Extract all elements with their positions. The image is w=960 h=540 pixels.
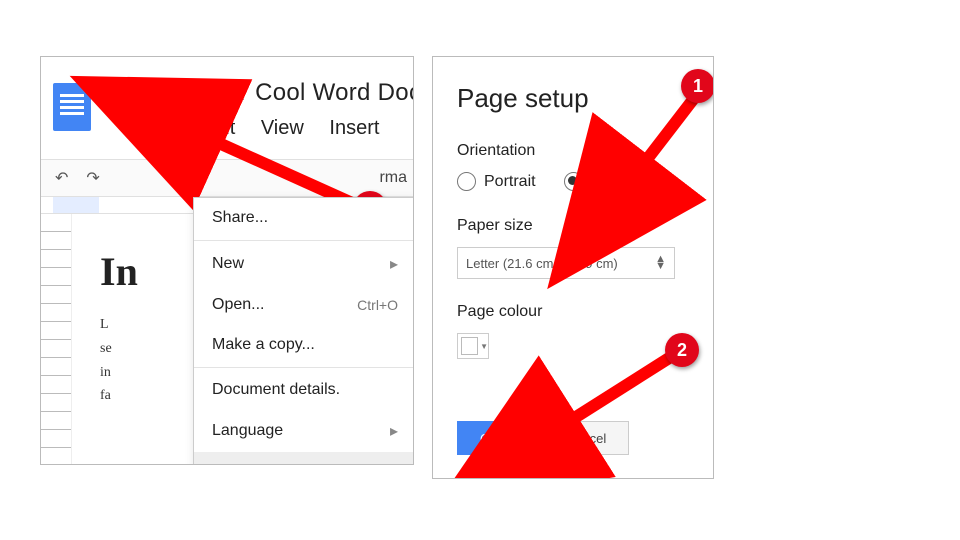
menu-view[interactable]: View <box>261 117 304 140</box>
annotation-badge-2: 2 <box>665 333 699 367</box>
page-setup-dialog: Page setup Orientation Portrait Landscap… <box>432 56 714 479</box>
vertical-ruler <box>41 214 72 465</box>
toolbar-fragment: rma <box>379 169 407 187</box>
colour-swatch <box>461 337 478 355</box>
ok-button[interactable]: OK <box>457 421 523 455</box>
file-dropdown: Share... New▸ Open...Ctrl+O Make a copy.… <box>193 197 414 465</box>
menu-insert[interactable]: Insert <box>329 117 379 140</box>
menu-share[interactable]: Share... <box>194 198 414 238</box>
chevron-down-icon: ▼ <box>480 342 488 351</box>
annotation-badge-1: 1 <box>681 69 714 103</box>
menubar: File Edit View Insert For <box>143 117 413 163</box>
titlebar: My Super Cool Word Doc File Edit View In… <box>41 57 413 159</box>
menu-page-setup[interactable]: Page setup... <box>194 452 414 465</box>
page-colour-label: Page colour <box>457 303 689 321</box>
dialog-title: Page setup <box>457 83 689 114</box>
menu-file[interactable]: File <box>143 117 175 140</box>
chevron-right-icon: ▸ <box>390 254 398 274</box>
cancel-button[interactable]: Cancel <box>543 421 629 455</box>
google-docs-window: My Super Cool Word Doc File Edit View In… <box>40 56 414 465</box>
orientation-label: Orientation <box>457 142 689 160</box>
menu-language[interactable]: Language▸ <box>194 410 414 452</box>
redo-icon[interactable]: ↷ <box>86 168 99 188</box>
paper-size-label: Paper size <box>457 217 689 235</box>
toolbar: ↶ ↷ rma <box>41 159 413 197</box>
radio-icon <box>457 172 476 191</box>
menu-new[interactable]: New▸ <box>194 243 414 285</box>
shortcut-label: Ctrl+O <box>357 297 398 313</box>
paper-size-select[interactable]: Letter (21.6 cm x 27.9 cm) ▲▼ <box>457 247 675 279</box>
menu-doc-details[interactable]: Document details. <box>194 370 414 410</box>
menu-edit[interactable]: Edit <box>201 117 235 140</box>
radio-label: Portrait <box>484 173 536 191</box>
radio-landscape[interactable]: Landscape <box>564 172 669 191</box>
radio-portrait[interactable]: Portrait <box>457 172 536 191</box>
document-title[interactable]: My Super Cool Word Doc <box>143 79 413 107</box>
menu-make-copy[interactable]: Make a copy... <box>194 325 414 365</box>
radio-label: Landscape <box>591 173 669 191</box>
google-docs-icon <box>53 83 91 131</box>
chevron-right-icon: ▸ <box>390 421 398 441</box>
stepper-icon: ▲▼ <box>655 256 666 270</box>
select-value: Letter (21.6 cm x 27.9 cm) <box>466 256 618 271</box>
menu-open[interactable]: Open...Ctrl+O <box>194 285 414 325</box>
undo-icon[interactable]: ↶ <box>55 168 68 188</box>
radio-icon <box>564 172 583 191</box>
page-colour-picker[interactable]: ▼ <box>457 333 489 359</box>
